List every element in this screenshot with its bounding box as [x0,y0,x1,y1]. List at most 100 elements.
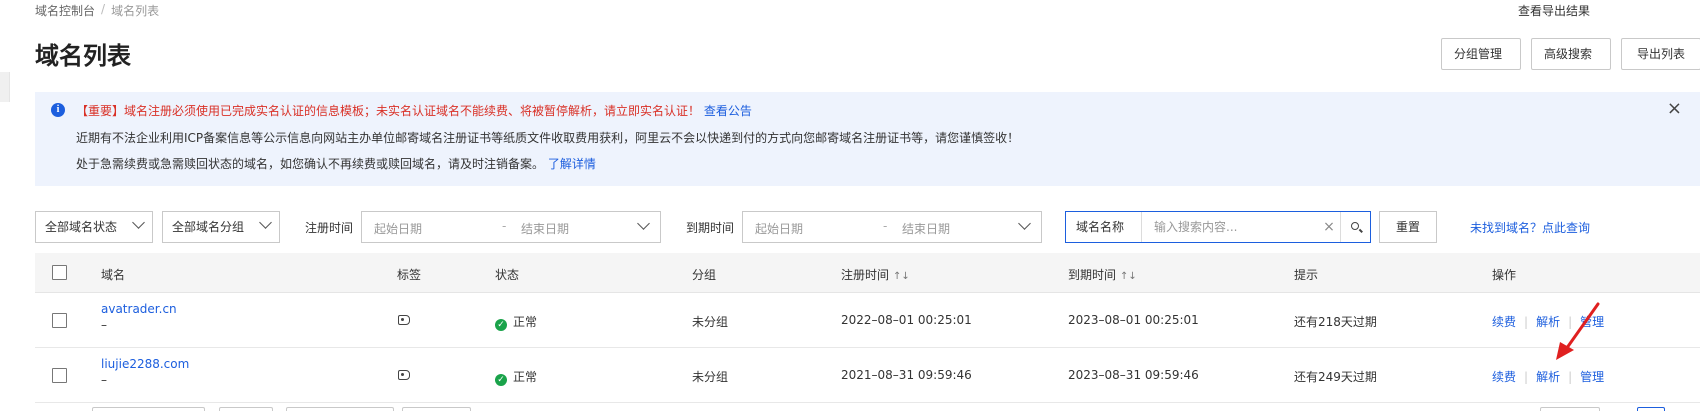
col-exp-time[interactable]: 到期时间 ↑↓ [1068,266,1137,283]
reset-button[interactable]: 重置 [1379,211,1437,243]
col-domain: 域名 [101,268,126,282]
exp-end-date[interactable]: 结束日期 [902,220,950,237]
tag-icon[interactable] [398,315,410,325]
domain-table: 域名 标签 状态 分组 注册时间 ↑↓ 到期时间 ↑↓ 提示 操作 avatrade… [35,253,1700,403]
exp-date-range-picker[interactable]: 起始日期 - 结束日期 [742,211,1042,243]
tip-cell: 还有218天过期 [1294,315,1377,329]
group-filter-value: 全部域名分组 [172,220,245,234]
exp-start-date[interactable]: 起始日期 [755,220,803,237]
domain-cell: liujie2288.com – [101,357,189,387]
export-list-button[interactable]: 导出列表 [1621,38,1700,70]
col-reg-time-label: 注册时间 [841,268,890,282]
col-reg-time[interactable]: 注册时间 ↑↓ [841,266,910,283]
renew-link[interactable]: 续费 [1492,370,1516,384]
dns-link[interactable]: 解析 [1536,370,1560,384]
pager-current[interactable] [1637,407,1665,411]
table-header: 域名 标签 状态 分组 注册时间 ↑↓ 到期时间 ↑↓ 提示 操作 [35,253,1700,293]
check-circle-icon: ✓ [495,374,507,386]
reg-start-date[interactable]: 起始日期 [374,220,422,237]
search-button[interactable] [1340,212,1370,242]
group-filter-select[interactable]: 全部域名分组 [162,211,280,243]
search-icon [1351,222,1359,230]
side-panel-edge [0,72,10,102]
row-checkbox[interactable] [52,368,67,383]
breadcrumb-root[interactable]: 域名控制台 [35,2,95,19]
bottom-button[interactable] [402,407,471,411]
notice-line-3: 处于急需续费或急需赎回状态的域名，如您确认不再续费或赎回域名，请及时注销备案。 … [76,155,596,172]
notice-line-2: 近期有不法企业利用ICP备案信息等公示信息向网站主办单位邮寄域名注册证书等纸质文… [76,131,1020,145]
check-circle-icon: ✓ [495,319,507,331]
breadcrumb: 域名控制台 / 域名列表 [35,2,159,19]
tag-icon[interactable] [398,370,410,380]
range-separator: - [883,219,888,233]
close-icon[interactable]: × [1667,98,1682,119]
exp-time-cell: 2023–08–01 00:25:01 [1068,313,1199,327]
col-group: 分组 [692,268,717,282]
page-title: 域名列表 [35,42,131,70]
status-cell: ✓ 正常 [495,313,537,331]
notice-banner: i 【重要】域名注册必须使用已完成实名认证的信息模板；未实名认证域名不能续费、将… [35,92,1700,186]
learn-more-link[interactable]: 了解详情 [548,157,596,171]
status-filter-value: 全部域名状态 [45,220,118,234]
breadcrumb-current: 域名列表 [111,4,160,18]
domain-not-found-link[interactable]: 未找到域名？点此查询 [1470,219,1590,236]
table-row: avatrader.cn – ✓ 正常 未分组 2022–08–01 00:25:… [35,293,1700,348]
export-result-link[interactable]: 查看导出结果 [1518,2,1590,19]
bottom-button[interactable] [219,407,273,411]
advanced-search-button[interactable]: 高级搜索 [1531,38,1611,70]
exp-time-label: 到期时间 [686,221,735,235]
domain-cell: avatrader.cn – [101,302,177,332]
renew-link[interactable]: 续费 [1492,315,1516,329]
notice-warning-text: 【重要】域名注册必须使用已完成实名认证的信息模板；未实名认证域名不能续费、将被暂… [76,104,701,118]
chevron-down-icon [637,217,650,230]
col-ops: 操作 [1492,268,1517,282]
status-filter-select[interactable]: 全部域名状态 [35,211,153,243]
chevron-down-icon [1018,217,1031,230]
col-status: 状态 [495,268,520,282]
view-announcement-link[interactable]: 查看公告 [704,104,752,118]
reg-time-cell: 2021–08–31 09:59:46 [841,368,972,382]
col-tag: 标签 [397,268,422,282]
group-manage-button[interactable]: 分组管理 [1441,38,1521,70]
status-cell: ✓ 正常 [495,368,537,386]
search-kind-select[interactable]: 域名名称 [1066,212,1142,242]
sort-icon[interactable]: ↑↓ [1120,271,1137,282]
group-cell: 未分组 [692,370,729,384]
bottom-button[interactable] [92,407,205,411]
clear-icon[interactable]: × [1318,212,1340,242]
ops-cell: 续费 | 解析 | 管理 [1492,368,1604,385]
manage-link[interactable]: 管理 [1580,370,1604,384]
reg-time-label: 注册时间 [305,221,354,235]
notice-line-3-text: 处于急需续费或急需赎回状态的域名，如您确认不再续费或赎回域名，请及时注销备案。 [76,157,545,171]
domain-sub: – [101,318,107,332]
domain-link[interactable]: liujie2288.com [101,357,189,371]
bottom-button[interactable] [286,407,394,411]
search-input[interactable] [1142,212,1318,242]
reg-end-date[interactable]: 结束日期 [521,220,569,237]
pager-select[interactable] [1540,407,1600,411]
notice-line-1: 【重要】域名注册必须使用已完成实名认证的信息模板；未实名认证域名不能续费、将被暂… [76,102,752,119]
domain-link[interactable]: avatrader.cn [101,302,177,316]
op-separator: | [1524,315,1529,329]
op-separator: | [1568,370,1573,384]
bottom-toolbar-fragment [35,404,1700,411]
reg-time-cell: 2022–08–01 00:25:01 [841,313,972,327]
domain-search: 域名名称 × [1065,211,1371,243]
sort-icon[interactable]: ↑↓ [893,271,910,282]
row-checkbox[interactable] [52,313,67,328]
range-separator: - [502,219,507,233]
select-all-checkbox[interactable] [52,265,67,280]
chevron-down-icon [259,216,272,229]
annotation-arrow-icon [1556,302,1600,360]
reg-date-range-picker[interactable]: 起始日期 - 结束日期 [361,211,661,243]
info-icon: i [51,103,65,117]
status-text: 正常 [513,315,538,329]
group-cell: 未分组 [692,315,729,329]
tip-cell: 还有249天过期 [1294,370,1377,384]
col-tip: 提示 [1294,268,1319,282]
domain-sub: – [101,373,107,387]
chevron-down-icon [132,216,145,229]
exp-time-cell: 2023–08–31 09:59:46 [1068,368,1199,382]
op-separator: | [1524,370,1529,384]
table-row: liujie2288.com – ✓ 正常 未分组 2021–08–31 09:5… [35,348,1700,403]
